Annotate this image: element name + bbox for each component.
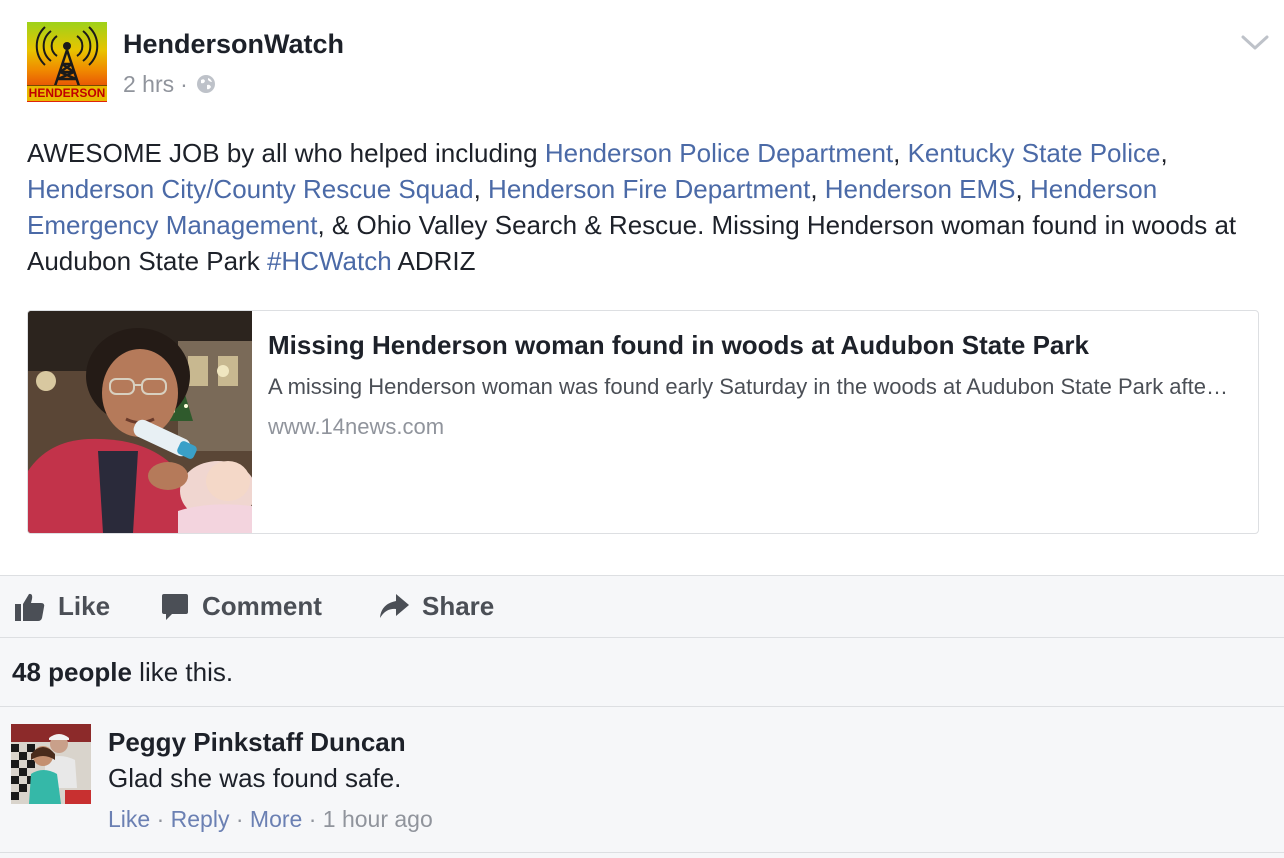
comment-actions: Like · Reply · More · 1 hour ago <box>108 805 433 833</box>
comment-text: Glad she was found safe. <box>108 763 402 793</box>
globe-icon[interactable] <box>196 74 216 94</box>
mention-link[interactable]: Henderson Police Department <box>545 138 893 168</box>
share-label: Share <box>422 591 495 621</box>
likes-count[interactable]: 48 people <box>12 657 132 687</box>
post-timestamp[interactable]: 2 hrs <box>123 70 174 98</box>
comment-label: Comment <box>202 591 322 621</box>
share-button[interactable]: Share <box>378 576 494 637</box>
bottom-strip <box>0 853 1284 858</box>
article-thumbnail <box>28 311 252 533</box>
message-text: ADRIZ <box>391 246 476 276</box>
comment-like-link[interactable]: Like <box>108 806 150 832</box>
link-preview-card[interactable]: Missing Henderson woman found in woods a… <box>27 310 1259 534</box>
meta-separator: · <box>180 71 188 97</box>
page-avatar[interactable]: HENDERSON <box>27 22 107 102</box>
message-text: AWESOME JOB by all who helped including <box>27 138 545 168</box>
article-description: A missing Henderson woman was found earl… <box>268 374 1234 399</box>
post-message: AWESOME JOB by all who helped including … <box>27 135 1262 279</box>
article-title[interactable]: Missing Henderson woman found in woods a… <box>268 329 1089 361</box>
likes-summary[interactable]: 48 people like this. <box>0 638 1284 707</box>
post-meta: 2 hrs · <box>123 70 216 98</box>
comment-time[interactable]: 1 hour ago <box>323 806 433 832</box>
message-text: , <box>473 174 489 204</box>
like-label: Like <box>58 591 111 621</box>
article-domain: www.14news.com <box>268 414 445 439</box>
message-text: , <box>1015 174 1030 204</box>
speech-bubble-icon <box>162 593 188 620</box>
mention-link[interactable]: Kentucky State Police <box>908 138 1161 168</box>
comment-button[interactable]: Comment <box>160 576 322 637</box>
likes-suffix: like this. <box>131 657 234 687</box>
post-card: HENDERSON HendersonWatch 2 hrs · AWESOME… <box>0 0 1284 575</box>
avatar-label: HENDERSON <box>27 85 107 101</box>
commenter-avatar[interactable] <box>11 724 91 804</box>
mention-link[interactable]: Henderson Fire Department <box>488 174 810 204</box>
share-arrow-icon <box>380 593 409 618</box>
comment-reply-link[interactable]: Reply <box>171 806 230 832</box>
comment-sep-1: · <box>150 806 171 832</box>
page-name[interactable]: HendersonWatch <box>123 28 344 60</box>
comment-sep-3: · <box>302 806 323 832</box>
message-text: , <box>893 138 908 168</box>
comment-more-link[interactable]: More <box>250 806 302 832</box>
message-text: , <box>1160 138 1168 168</box>
like-button[interactable]: Like <box>14 576 110 637</box>
chevron-down-icon[interactable] <box>1240 32 1270 52</box>
action-bar: Like Comment Share <box>0 575 1284 638</box>
message-text: , <box>810 174 825 204</box>
comment: Peggy Pinkstaff Duncan Glad she was foun… <box>0 707 1284 853</box>
mention-link[interactable]: Henderson City/County Rescue Squad <box>27 174 474 204</box>
comment-sep-2: · <box>229 806 250 832</box>
likes-text: 48 people like this. <box>12 656 233 688</box>
mention-link[interactable]: Henderson EMS <box>825 174 1016 204</box>
thumbs-up-icon <box>15 593 45 621</box>
commenter-name[interactable]: Peggy Pinkstaff Duncan <box>108 726 406 758</box>
mention-link[interactable]: #HCWatch <box>267 246 392 276</box>
